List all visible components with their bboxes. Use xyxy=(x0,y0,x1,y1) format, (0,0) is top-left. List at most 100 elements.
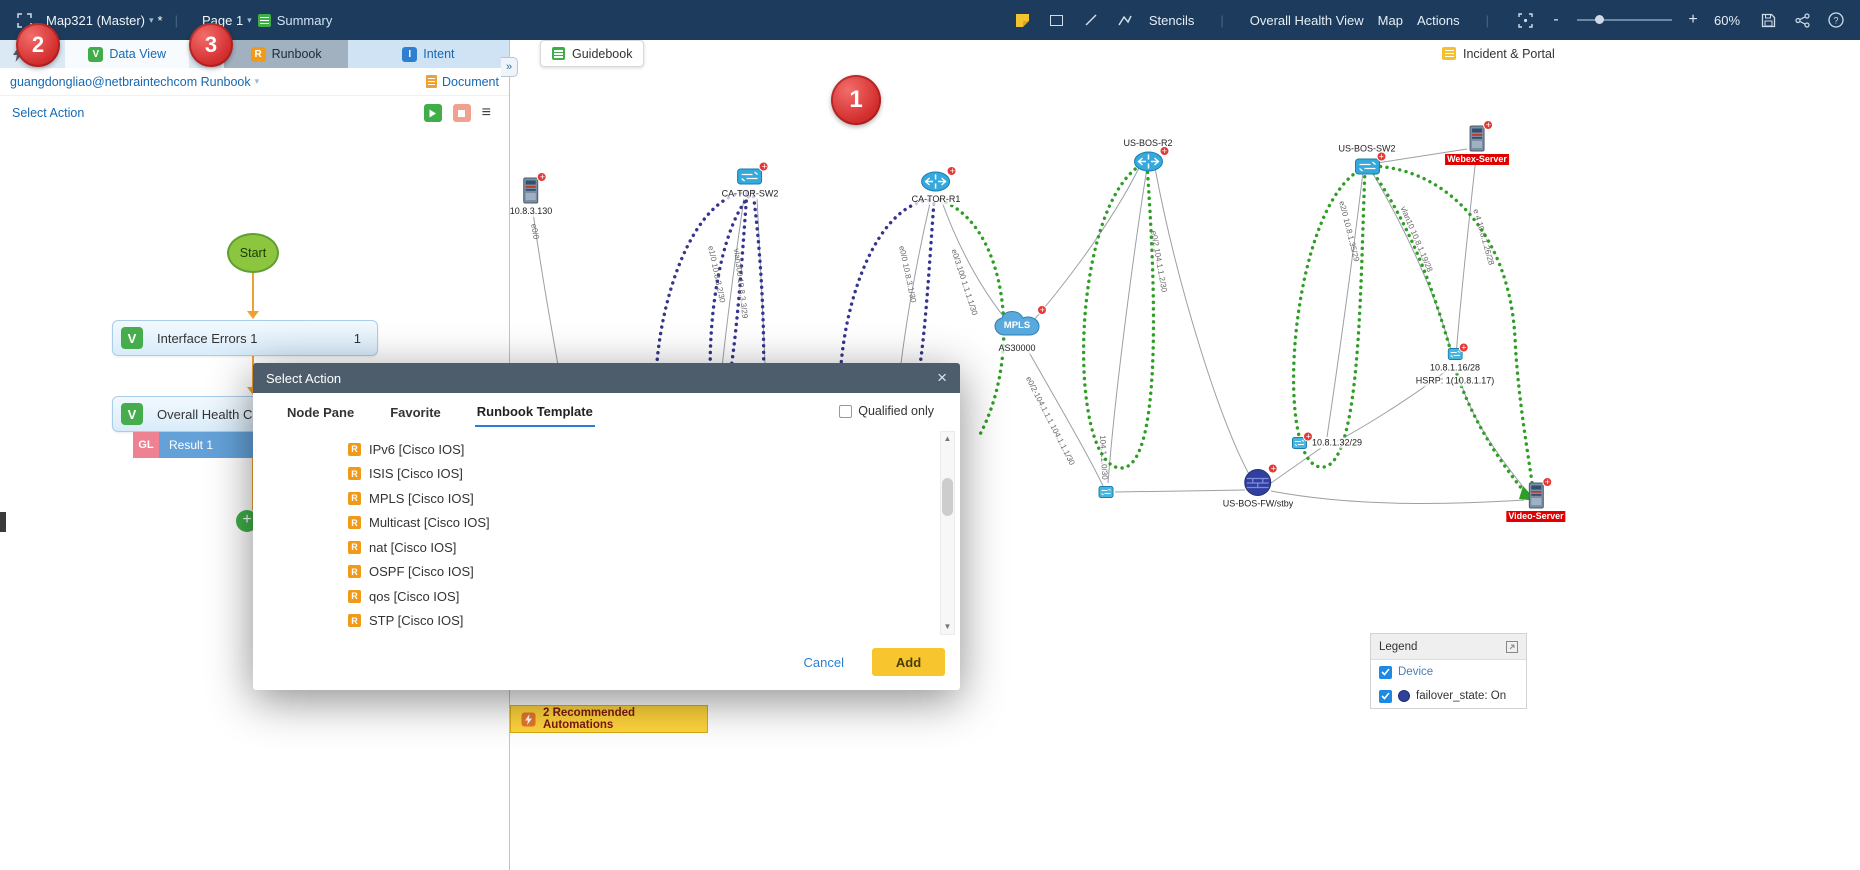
summary-button[interactable]: Summary xyxy=(257,13,332,28)
incident-portal-button[interactable]: Incident & Portal xyxy=(1432,40,1565,67)
alert-plus-badge xyxy=(1037,305,1047,315)
qualified-only-checkbox[interactable] xyxy=(839,404,853,418)
legend-item-failover: failover_state: On xyxy=(1371,684,1526,708)
scroll-down-icon[interactable]: ▼ xyxy=(941,621,954,633)
legend-device-checkbox[interactable] xyxy=(1379,665,1392,679)
alert-plus-badge xyxy=(759,161,769,172)
panel-grip[interactable] xyxy=(0,512,6,532)
list-item[interactable]: R IPv6 [Cisco IOS] xyxy=(348,437,924,462)
list-item[interactable]: R STP [Cisco IOS] xyxy=(348,609,924,634)
failover-state-icon xyxy=(1398,690,1410,702)
switch-sm-icon xyxy=(1447,342,1469,361)
summary-icon xyxy=(257,13,271,27)
device-label: AS30000 xyxy=(998,343,1036,354)
device-10-8-3-130[interactable]: 10.8.3.130 xyxy=(510,172,553,217)
guidebook-button[interactable]: Guidebook xyxy=(540,40,645,67)
close-icon[interactable]: × xyxy=(937,369,947,386)
list-item[interactable]: R ISIS [Cisco IOS] xyxy=(348,462,924,487)
runbook-template-icon: R xyxy=(348,491,361,505)
alert-plus-badge xyxy=(1542,477,1552,487)
collapse-panel-button[interactable]: » xyxy=(501,57,518,77)
save-icon[interactable] xyxy=(1758,10,1778,30)
stencils-button[interactable]: Stencils xyxy=(1149,13,1195,28)
device-10-8-1-16-28[interactable]: 10.8.1.16/28HSRP: 1(10.8.1.17) xyxy=(1415,342,1495,387)
list-item[interactable]: R Multicast [Cisco IOS] xyxy=(348,511,924,536)
scroll-up-icon[interactable]: ▲ xyxy=(941,433,954,445)
guidebook-icon xyxy=(552,47,565,60)
overall-health-view-button[interactable]: Overall Health View xyxy=(1250,13,1364,28)
tab-data-view[interactable]: V Data View xyxy=(65,40,190,68)
add-button[interactable]: Add xyxy=(872,648,945,676)
device-video-server[interactable]: Video-Server xyxy=(1506,477,1566,522)
device-label: CA-TOR-R1 xyxy=(911,194,961,205)
help-icon[interactable]: ? xyxy=(1826,10,1846,30)
run-button[interactable] xyxy=(423,104,442,122)
device-webex-server[interactable]: Webex-Server xyxy=(1445,120,1509,165)
runbook-menu-icon[interactable]: ≡ xyxy=(482,105,491,121)
flow-node-interface-errors[interactable]: V Interface Errors 1 1 xyxy=(112,320,378,356)
server-icon xyxy=(1526,477,1552,509)
device-ca-tor-sw2[interactable]: CA-TOR-SW2 xyxy=(721,161,779,200)
svg-text:?: ? xyxy=(1833,16,1838,26)
select-action-link[interactable]: Select Action xyxy=(12,106,84,120)
recommended-automations-button[interactable]: 2 Recommended Automations xyxy=(510,705,708,733)
device-us-bos-sw2[interactable]: US-BOS-SW2 xyxy=(1338,143,1396,177)
runbook-template-icon: R xyxy=(348,467,361,481)
connector-tool-icon[interactable] xyxy=(1115,10,1135,30)
device-us-bos-fw-stby[interactable]: US-BOS-FW/stby xyxy=(1222,463,1294,510)
device-ca-tor-r1[interactable]: CA-TOR-R1 xyxy=(911,166,961,205)
tab-node-pane[interactable]: Node Pane xyxy=(285,396,356,426)
router-icon xyxy=(1133,146,1169,172)
runbook-selector[interactable]: guangdongliao@netbraintechcom Runbook ▾ xyxy=(10,75,259,89)
device-label: 10.8.3.130 xyxy=(510,206,553,217)
data-view-node-icon: V xyxy=(121,327,143,349)
tab-runbook-template[interactable]: Runbook Template xyxy=(474,395,595,427)
cloud-icon: MPLS xyxy=(993,305,1047,341)
device-label: HSRP: 1(10.8.1.17) xyxy=(1415,375,1495,387)
shape-tool-icon[interactable] xyxy=(1047,10,1067,30)
switch-sm-icon xyxy=(1098,486,1114,499)
cancel-button[interactable]: Cancel xyxy=(804,655,844,670)
runbook-template-icon: R xyxy=(348,589,361,603)
device-node[interactable] xyxy=(1098,486,1114,499)
line-tool-icon[interactable] xyxy=(1081,10,1101,30)
device-label: Video-Server xyxy=(1506,511,1566,522)
share-icon[interactable] xyxy=(1792,10,1812,30)
zoom-in-button[interactable]: + xyxy=(1686,11,1700,29)
tab-intent[interactable]: I Intent xyxy=(347,40,509,68)
device-label: US-BOS-FW/stby xyxy=(1222,498,1294,510)
zoom-slider-thumb[interactable] xyxy=(1595,15,1604,24)
map-menu-button[interactable]: Map xyxy=(1378,13,1403,28)
list-scrollbar[interactable]: ▲ ▼ xyxy=(940,431,955,635)
list-item[interactable]: Rqos [Cisco IOS] xyxy=(348,584,924,609)
zoom-level[interactable]: 60% xyxy=(1714,13,1744,28)
document-button[interactable]: Document xyxy=(426,75,499,89)
actions-menu-button[interactable]: Actions xyxy=(1417,13,1460,28)
tab-favorite[interactable]: Favorite xyxy=(388,396,443,426)
firewall-icon xyxy=(1244,463,1278,497)
legend-failover-checkbox[interactable] xyxy=(1379,689,1392,703)
list-item[interactable]: Rnat [Cisco IOS] xyxy=(348,535,924,560)
document-icon xyxy=(426,75,438,88)
note-tool-icon[interactable] xyxy=(1013,10,1033,30)
switch-icon xyxy=(1354,151,1386,177)
device-as30000[interactable]: MPLS AS30000 xyxy=(993,305,1047,354)
map-title-dropdown[interactable]: Map321 (Master) ▾ xyxy=(46,13,154,28)
qualified-only-toggle[interactable]: Qualified only xyxy=(839,404,934,418)
topbar: Map321 (Master) ▾ * | Page 1 ▾ Summary Ste… xyxy=(0,0,1860,40)
stop-button[interactable] xyxy=(452,104,471,122)
alert-plus-badge xyxy=(1458,342,1469,353)
zoom-slider[interactable] xyxy=(1577,15,1672,24)
scrollbar-thumb[interactable] xyxy=(942,478,953,516)
fit-to-screen-icon[interactable] xyxy=(1515,10,1535,30)
device-10-8-1-32-29[interactable]: 10.8.1.32/29 xyxy=(1291,431,1363,450)
zoom-out-button[interactable]: - xyxy=(1549,11,1563,29)
switch-icon xyxy=(737,161,769,187)
device-label: 10.8.1.32/29 xyxy=(1311,437,1363,449)
tab-runbook[interactable]: R Runbook xyxy=(224,40,348,68)
device-us-bos-r2[interactable]: US-BOS-R2 xyxy=(1123,138,1173,172)
list-item[interactable]: R OSPF [Cisco IOS] xyxy=(348,560,924,585)
chevron-down-icon: ▾ xyxy=(148,14,154,25)
legend-expand-icon[interactable] xyxy=(1506,640,1518,653)
list-item[interactable]: R MPLS [Cisco IOS] xyxy=(348,486,924,511)
